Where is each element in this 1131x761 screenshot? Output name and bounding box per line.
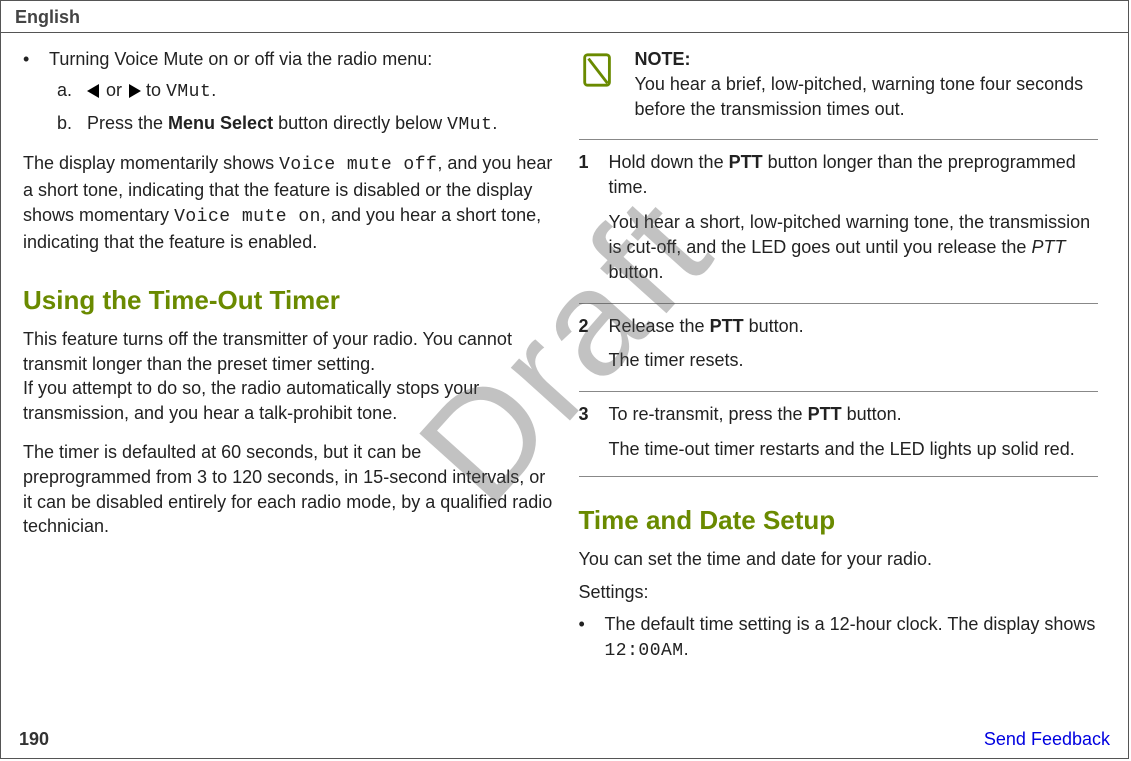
step-1-l2-post: button. — [609, 262, 664, 282]
substep-b-bold: Menu Select — [168, 113, 273, 133]
step-1-l1-pre: Hold down the — [609, 152, 729, 172]
substep-b-suffix: . — [492, 113, 497, 133]
heading-time-date: Time and Date Setup — [579, 503, 1099, 539]
bullet-dot: • — [23, 47, 49, 72]
step-3-num: 3 — [579, 402, 609, 427]
substep-a-code: VMut — [166, 82, 211, 102]
step-1: 1 Hold down the PTT button longer than t… — [579, 139, 1099, 292]
substep-a-or: or — [106, 80, 127, 100]
steps-list: 1 Hold down the PTT button longer than t… — [579, 139, 1099, 476]
header-language: English — [15, 7, 80, 27]
left-column: • Turning Voice Mute on or off via the r… — [19, 47, 565, 727]
substep-b-code: VMut — [447, 115, 492, 135]
step-2-body: Release the PTT button. The timer resets… — [609, 314, 804, 374]
bullet-voice-mute: • Turning Voice Mute on or off via the r… — [23, 47, 553, 72]
step-1-l2-pre: You hear a short, low-pitched warning to… — [609, 212, 1091, 257]
voice-mute-result: The display momentarily shows Voice mute… — [23, 151, 553, 254]
td-bullet-code: 12:00AM — [605, 641, 684, 661]
step-3-l1-post: button. — [842, 404, 902, 424]
substep-a-to: to — [146, 80, 166, 100]
step-2-num: 2 — [579, 314, 609, 339]
bullet-voice-mute-text: Turning Voice Mute on or off via the rad… — [49, 47, 432, 72]
step-1-body: Hold down the PTT button longer than the… — [609, 150, 1099, 284]
substep-b-pre: Press the — [87, 113, 168, 133]
result-a: The display momentarily shows — [23, 153, 279, 173]
substep-b-marker: b. — [57, 111, 87, 136]
td-bullet-post: . — [684, 639, 689, 659]
step-3-l1-pre: To re-transmit, press the — [609, 404, 808, 424]
page-header: English — [1, 1, 1128, 33]
td-p2: Settings: — [579, 580, 1099, 605]
timeout-p1: This feature turns off the transmitter o… — [23, 327, 553, 377]
send-feedback-link[interactable]: Send Feedback — [984, 729, 1110, 750]
td-bullet: • The default time setting is a 12-hour … — [579, 612, 1099, 664]
page-number: 190 — [19, 729, 49, 750]
substep-a-suffix: . — [211, 80, 216, 100]
td-p1: You can set the time and date for your r… — [579, 547, 1099, 572]
note-body: You hear a brief, low-pitched, warning t… — [635, 74, 1084, 119]
substep-b-body: Press the Menu Select button directly be… — [87, 111, 497, 138]
td-bullet-body: The default time setting is a 12-hour cl… — [605, 612, 1099, 664]
step-3: 3 To re-transmit, press the PTT button. … — [579, 391, 1099, 470]
arrow-right-icon — [129, 84, 141, 98]
right-column: NOTE: You hear a brief, low-pitched, war… — [565, 47, 1111, 727]
page-footer: 190 Send Feedback — [1, 729, 1128, 750]
substep-b: b. Press the Menu Select button directly… — [57, 111, 553, 138]
substep-a-body: or to VMut. — [87, 78, 216, 105]
td-bullet-dot: • — [579, 612, 605, 637]
step-3-body: To re-transmit, press the PTT button. Th… — [609, 402, 1075, 462]
td-bullet-pre: The default time setting is a 12-hour cl… — [605, 614, 1096, 634]
step-2: 2 Release the PTT button. The timer rese… — [579, 303, 1099, 382]
result-code1: Voice mute off — [279, 155, 437, 175]
timeout-p2: If you attempt to do so, the radio autom… — [23, 376, 553, 426]
step-1-l2-italic: PTT — [1031, 237, 1065, 257]
step-2-l1-pre: Release the — [609, 316, 710, 336]
steps-end-rule — [579, 476, 1099, 477]
step-2-l2-pre: The timer resets. — [609, 350, 744, 370]
arrow-left-icon — [87, 84, 99, 98]
note-box: NOTE: You hear a brief, low-pitched, war… — [579, 47, 1099, 121]
step-2-l1-post: button. — [744, 316, 804, 336]
substep-a-marker: a. — [57, 78, 87, 103]
result-code2: Voice mute on — [174, 207, 321, 227]
substep-b-mid: button directly below — [273, 113, 447, 133]
step-3-l1-bold: PTT — [808, 404, 842, 424]
substep-a: a. or to VMut. — [57, 78, 553, 105]
step-2-l1-bold: PTT — [710, 316, 744, 336]
note-icon — [579, 51, 617, 89]
timeout-p3: The timer is defaulted at 60 seconds, bu… — [23, 440, 553, 539]
step-1-num: 1 — [579, 150, 609, 175]
heading-timeout-timer: Using the Time-Out Timer — [23, 283, 553, 319]
note-content: NOTE: You hear a brief, low-pitched, war… — [635, 47, 1099, 121]
note-label: NOTE: — [635, 49, 691, 69]
step-3-l2-pre: The time-out timer restarts and the LED … — [609, 439, 1075, 459]
step-1-l1-bold: PTT — [729, 152, 763, 172]
